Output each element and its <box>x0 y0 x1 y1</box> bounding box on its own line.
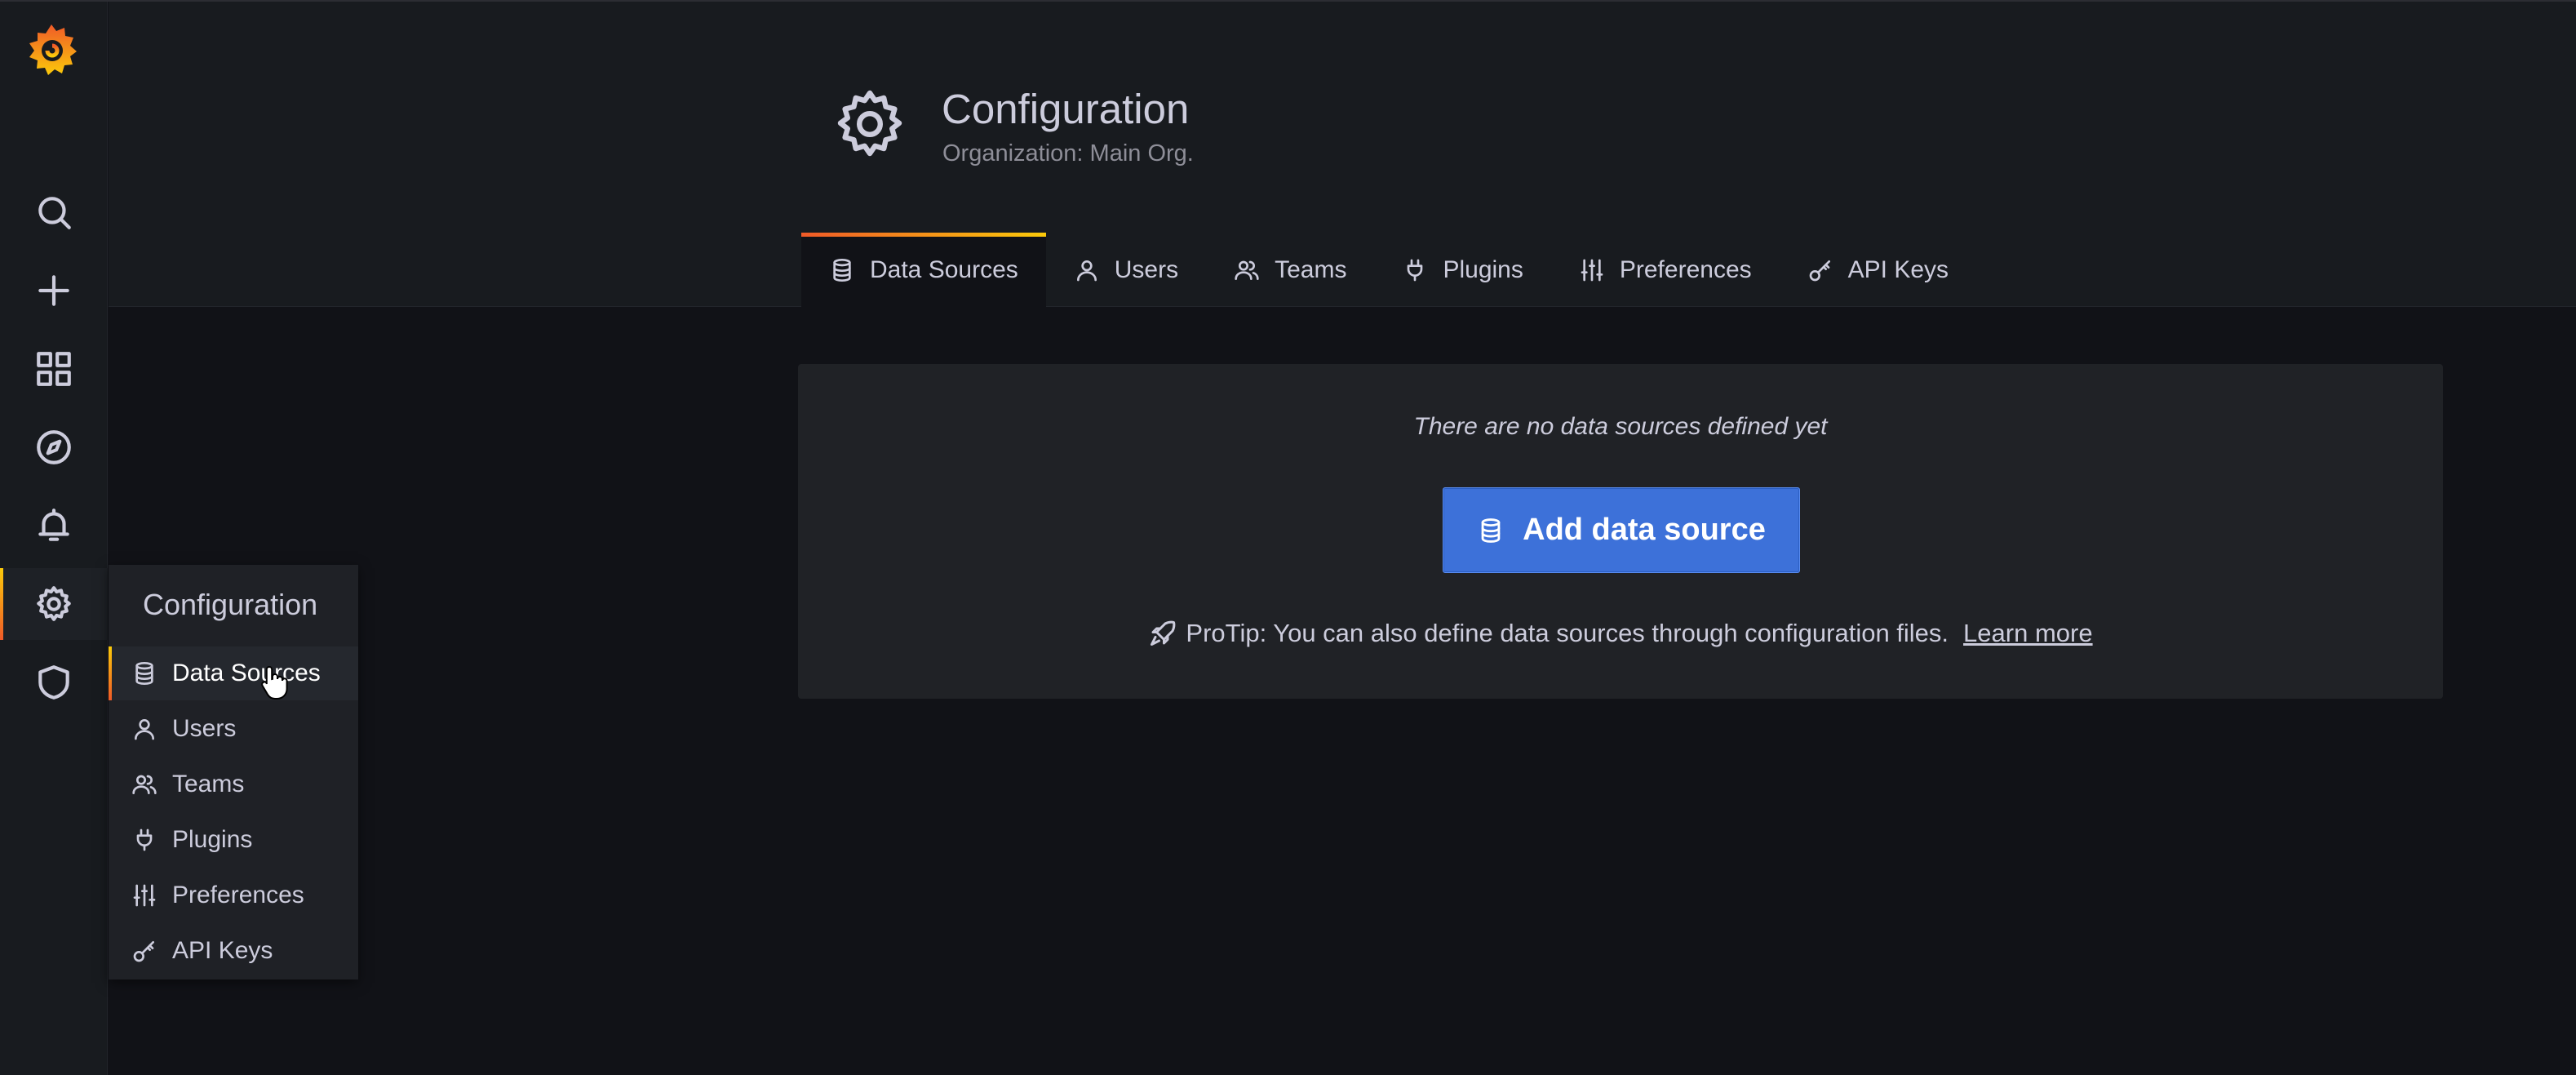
flyout-item-plugins[interactable]: Plugins <box>109 813 358 867</box>
tab-label: Preferences <box>1619 255 1752 283</box>
tab-api-keys[interactable]: API Keys <box>1780 233 1976 307</box>
flyout-item-label: Preferences <box>172 882 304 908</box>
tab-label: Plugins <box>1443 255 1523 283</box>
plug-icon <box>136 828 153 851</box>
configuration-flyout-menu: Configuration Data Sources Users Teams P… <box>109 565 358 979</box>
flyout-item-users[interactable]: Users <box>109 702 358 756</box>
protip-text: ProTip: You can also define data sources… <box>1186 619 1949 647</box>
sidebar <box>0 2 108 1075</box>
learn-more-link[interactable]: Learn more <box>1963 619 2093 648</box>
flyout-item-api-keys[interactable]: API Keys <box>109 924 358 978</box>
hand-cursor-icon <box>259 664 289 700</box>
user-icon <box>1076 260 1097 281</box>
tab-users[interactable]: Users <box>1046 233 1206 307</box>
users-icon <box>1235 260 1259 280</box>
flyout-item-label: Plugins <box>172 826 253 853</box>
tab-label: API Keys <box>1847 255 1949 283</box>
flyout-title[interactable]: Configuration <box>143 588 317 622</box>
gear-icon[interactable] <box>0 568 108 640</box>
plug-icon <box>1408 259 1423 281</box>
search-icon[interactable] <box>0 176 108 248</box>
explore-icon[interactable] <box>0 411 108 483</box>
config-tabs: Data Sources Users Teams Plugins Prefere… <box>801 233 1976 307</box>
flyout-item-label: Users <box>172 715 237 742</box>
shield-icon[interactable] <box>0 646 108 718</box>
flyout-item-preferences[interactable]: Preferences <box>109 868 358 922</box>
protip: ProTip: You can also define data sources… <box>798 619 2443 648</box>
database-icon <box>833 258 851 282</box>
configuration-gear-icon <box>831 85 909 163</box>
user-icon <box>135 719 154 740</box>
flyout-item-label: Teams <box>172 771 245 797</box>
rocket-icon <box>1151 620 1176 646</box>
tab-teams[interactable]: Teams <box>1206 233 1374 307</box>
dashboards-icon[interactable] <box>0 333 108 405</box>
tab-plugins[interactable]: Plugins <box>1374 233 1550 307</box>
empty-message: There are no data sources defined yet <box>1413 413 1828 440</box>
tab-label: Users <box>1114 255 1179 283</box>
add-data-source-label: Add data source <box>1523 513 1766 547</box>
flyout-item-data-sources[interactable]: Data Sources <box>109 646 358 700</box>
tab-label: Teams <box>1275 255 1347 283</box>
tab-label: Data Sources <box>870 255 1018 283</box>
grafana-logo[interactable] <box>23 21 80 78</box>
key-icon <box>133 941 154 962</box>
tab-data-sources[interactable]: Data Sources <box>801 233 1046 307</box>
sliders-icon <box>1581 259 1603 281</box>
database-icon <box>135 662 153 685</box>
add-data-source-button[interactable]: Add data source <box>1443 487 1800 573</box>
flyout-item-label: Data Sources <box>172 660 321 686</box>
page-title: Configuration <box>942 86 1190 132</box>
key-icon <box>1809 260 1830 281</box>
alert-bell-icon[interactable] <box>0 490 108 562</box>
flyout-item-label: API Keys <box>172 937 273 964</box>
users-icon <box>132 775 157 794</box>
database-icon <box>1481 518 1501 543</box>
plus-icon[interactable] <box>0 255 108 326</box>
page-subtitle: Organization: Main Org. <box>942 140 1194 167</box>
empty-datasources-card: There are no data sources defined yet Ad… <box>798 364 2443 699</box>
tab-preferences[interactable]: Preferences <box>1551 233 1780 307</box>
flyout-item-teams[interactable]: Teams <box>109 757 358 811</box>
sliders-icon <box>133 884 156 907</box>
